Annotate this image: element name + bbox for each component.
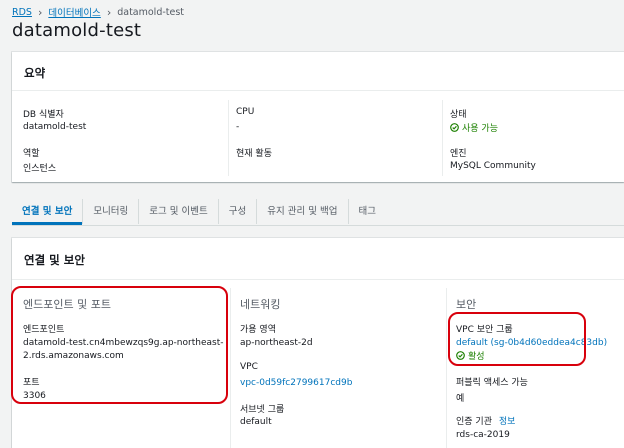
breadcrumb: RDS › 데이터베이스 › datamold-test — [12, 5, 185, 20]
certificate-authority-label: 인증 기관 정보 — [456, 414, 515, 427]
summary-panel: 요약 DB 식별자 datamold-test 역할 인스턴스 CPU - 현재… — [12, 52, 624, 182]
tab-tags[interactable]: 태그 — [347, 199, 386, 224]
divider — [230, 288, 231, 448]
db-identifier-label: DB 식별자 — [23, 110, 64, 120]
page-title: datamold-test — [12, 20, 142, 41]
chevron-right-icon: › — [37, 5, 43, 19]
status-value: 사용 가능 — [450, 121, 498, 134]
subnet-group-value: default — [240, 417, 272, 427]
engine-value: MySQL Community — [450, 161, 536, 171]
security-section-title: 보안 — [456, 298, 477, 311]
networking-section-title: 네트워킹 — [240, 298, 281, 311]
tab-logs-events[interactable]: 로그 및 이벤트 — [138, 199, 217, 224]
vpc-link[interactable]: vpc-0d59fc2799617cd9b — [240, 378, 352, 388]
current-activity-label: 현재 활동 — [236, 149, 272, 159]
tab-configuration[interactable]: 구성 — [217, 199, 256, 224]
divider — [442, 100, 443, 176]
cpu-label: CPU — [236, 107, 255, 117]
role-label: 역할 — [23, 149, 40, 159]
vpc-label: VPC — [240, 362, 258, 372]
status-label: 상태 — [450, 110, 467, 120]
detail-tabs: 연결 및 보안 모니터링 로그 및 이벤트 구성 유지 관리 및 백업 태그 — [12, 199, 386, 225]
subnet-group-label: 서브넷 그룹 — [240, 405, 285, 415]
divider — [446, 288, 447, 448]
cpu-value: - — [236, 122, 240, 132]
tab-connectivity-security[interactable]: 연결 및 보안 — [12, 199, 83, 225]
chevron-right-icon: › — [106, 5, 112, 19]
public-access-label: 퍼블릭 액세스 가능 — [456, 378, 528, 388]
tab-maintenance-backups[interactable]: 유지 관리 및 백업 — [256, 199, 347, 224]
public-access-value: 예 — [456, 394, 465, 404]
summary-header: 요약 — [12, 52, 624, 91]
db-identifier-value: datamold-test — [23, 122, 87, 132]
engine-label: 엔진 — [450, 149, 467, 159]
breadcrumb-rds-link[interactable]: RDS — [12, 7, 32, 18]
ca-label-text: 인증 기관 — [456, 417, 492, 427]
tab-monitoring[interactable]: 모니터링 — [82, 199, 138, 224]
endpoint-highlight-box — [11, 286, 228, 404]
breadcrumb-databases-link[interactable]: 데이터베이스 — [48, 5, 100, 19]
divider — [228, 100, 229, 176]
availability-zone-value: ap-northeast-2d — [240, 338, 313, 348]
role-value: 인스턴스 — [23, 164, 57, 174]
ca-info-link[interactable]: 정보 — [499, 417, 516, 427]
tabs-underline — [12, 225, 624, 226]
connectivity-header: 연결 및 보안 — [12, 238, 624, 280]
availability-zone-label: 가용 영역 — [240, 325, 276, 335]
breadcrumb-current: datamold-test — [117, 6, 185, 18]
status-text: 사용 가능 — [462, 124, 498, 134]
security-group-highlight-box — [448, 312, 586, 366]
check-circle-icon — [450, 123, 459, 132]
